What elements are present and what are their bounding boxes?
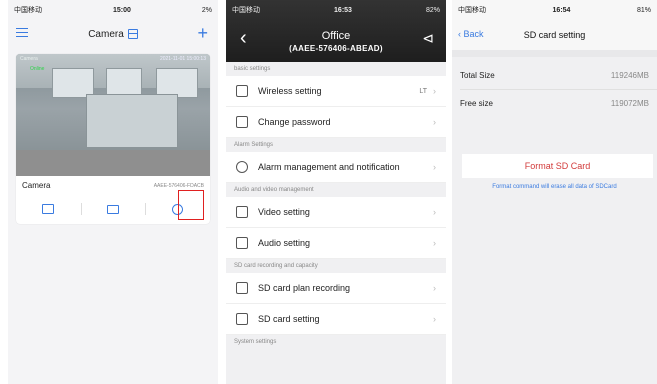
device-settings-screen: 中国移动 16:53 82% ‹ Office (AAEE-576406-ABE…: [226, 0, 446, 384]
settings-list: basic settings Wireless setting LT › Cha…: [226, 62, 446, 349]
row-value: LT: [419, 87, 427, 95]
speaker-icon: [236, 237, 248, 249]
preview-label: Camera: [20, 56, 38, 62]
section-header: Alarm Settings: [234, 142, 274, 148]
record-icon: [236, 282, 248, 294]
camera-card[interactable]: Camera 2021-11-01 15:00:13 Online Camera…: [16, 54, 210, 224]
row-label: Wireless setting: [258, 86, 322, 96]
device-id: (AAEE-576406-ABEAD): [289, 44, 383, 53]
camera-info-row: Camera AAEE-576406-FDACB: [22, 181, 204, 190]
preview-timestamp: 2021-11-01 15:00:13: [159, 56, 206, 62]
row-alarm-management[interactable]: Alarm management and notification ›: [226, 152, 446, 183]
nav-bar: ‹ Back SD card setting: [452, 20, 657, 50]
playback-icon: [42, 204, 55, 214]
status-bar: 中国移动 16:54 81%: [452, 0, 657, 20]
camera-preview[interactable]: Camera 2021-11-01 15:00:13 Online: [16, 54, 210, 176]
wifi-icon: [236, 85, 248, 97]
free-size-label: Free size: [460, 98, 493, 108]
chevron-right-icon: ›: [433, 86, 436, 96]
camera-id: AAEE-576406-FDACB: [153, 182, 204, 189]
clock: 16:54: [552, 6, 571, 14]
total-size-value: 119246MB: [610, 70, 649, 80]
free-size-value: 119072MB: [610, 98, 649, 108]
section-header: System settings: [234, 339, 277, 345]
folder-icon: [107, 204, 119, 214]
page-title: Camera: [88, 29, 138, 40]
page-title: SD card setting: [523, 30, 586, 40]
playback-button[interactable]: [16, 196, 81, 222]
settings-highlight-box: [178, 190, 204, 220]
row-label: Audio setting: [258, 238, 311, 248]
format-sd-card-button[interactable]: Format SD Card: [462, 154, 653, 178]
chevron-right-icon: ›: [433, 117, 436, 127]
video-icon: [236, 206, 248, 218]
camera-name: Camera: [22, 181, 51, 190]
preview-cabinet: [86, 94, 178, 148]
row-wireless-setting[interactable]: Wireless setting LT ›: [226, 76, 446, 107]
section-header: basic settings: [234, 66, 271, 72]
format-warning: Format command will erase all data of SD…: [492, 184, 617, 190]
row-audio-setting[interactable]: Audio setting ›: [226, 228, 446, 259]
section-header: Audio and video management: [234, 187, 314, 193]
section-gap: [452, 50, 657, 57]
chevron-right-icon: ›: [433, 283, 436, 293]
device-title: Office: [321, 30, 351, 42]
carrier-label: 中国移动: [458, 7, 486, 14]
page-title-text: Camera: [88, 28, 124, 40]
row-label: Video setting: [258, 207, 310, 217]
row-change-password[interactable]: Change password ›: [226, 107, 446, 138]
menu-icon[interactable]: [16, 28, 28, 37]
carrier-label: 中国移动: [14, 7, 42, 14]
chevron-right-icon: ›: [433, 207, 436, 217]
online-status: Online: [30, 66, 45, 72]
share-icon[interactable]: ⊲: [422, 30, 434, 47]
row-label: SD card plan recording: [258, 283, 351, 293]
free-size-row: Free size 119072MB: [452, 90, 657, 116]
chevron-right-icon: ›: [433, 162, 436, 172]
battery-label: 2%: [201, 6, 212, 14]
row-sd-plan-recording[interactable]: SD card plan recording ›: [226, 273, 446, 304]
row-label: Alarm management and notification: [258, 162, 400, 172]
files-button[interactable]: [80, 196, 146, 222]
list-view-icon[interactable]: [127, 29, 138, 39]
section-header: SD card recording and capacity: [234, 263, 318, 269]
sd-card-setting-screen: 中国移动 16:54 81% ‹ Back SD card setting To…: [452, 0, 657, 384]
add-device-icon[interactable]: +: [197, 24, 208, 42]
chevron-right-icon: ›: [433, 238, 436, 248]
battery-label: 81%: [636, 6, 651, 14]
status-bar: 中国移动 16:53 82%: [226, 0, 446, 20]
camera-list-screen: 中国移动 15:00 2% Camera + Camera 2021-11-01…: [8, 0, 218, 384]
row-label: SD card setting: [258, 314, 320, 324]
row-video-setting[interactable]: Video setting ›: [226, 197, 446, 228]
chevron-right-icon: ›: [433, 314, 436, 324]
total-size-row: Total Size 119246MB: [452, 62, 657, 88]
preview-floor: [16, 150, 210, 176]
clock: 15:00: [112, 6, 131, 14]
row-label: Change password: [258, 117, 331, 127]
clock: 16:53: [334, 6, 352, 14]
battery-label: 82%: [425, 6, 440, 14]
top-bar: Camera +: [8, 20, 218, 48]
row-sd-card-setting[interactable]: SD card setting ›: [226, 304, 446, 335]
sdcard-icon: [236, 313, 248, 325]
status-bar: 中国移动 15:00 2%: [8, 0, 218, 20]
total-size-label: Total Size: [460, 70, 495, 80]
lock-icon: [236, 116, 248, 128]
carrier-label: 中国移动: [232, 7, 260, 14]
alarm-icon: [236, 161, 248, 173]
settings-header: 中国移动 16:53 82% ‹ Office (AAEE-576406-ABE…: [226, 0, 446, 62]
